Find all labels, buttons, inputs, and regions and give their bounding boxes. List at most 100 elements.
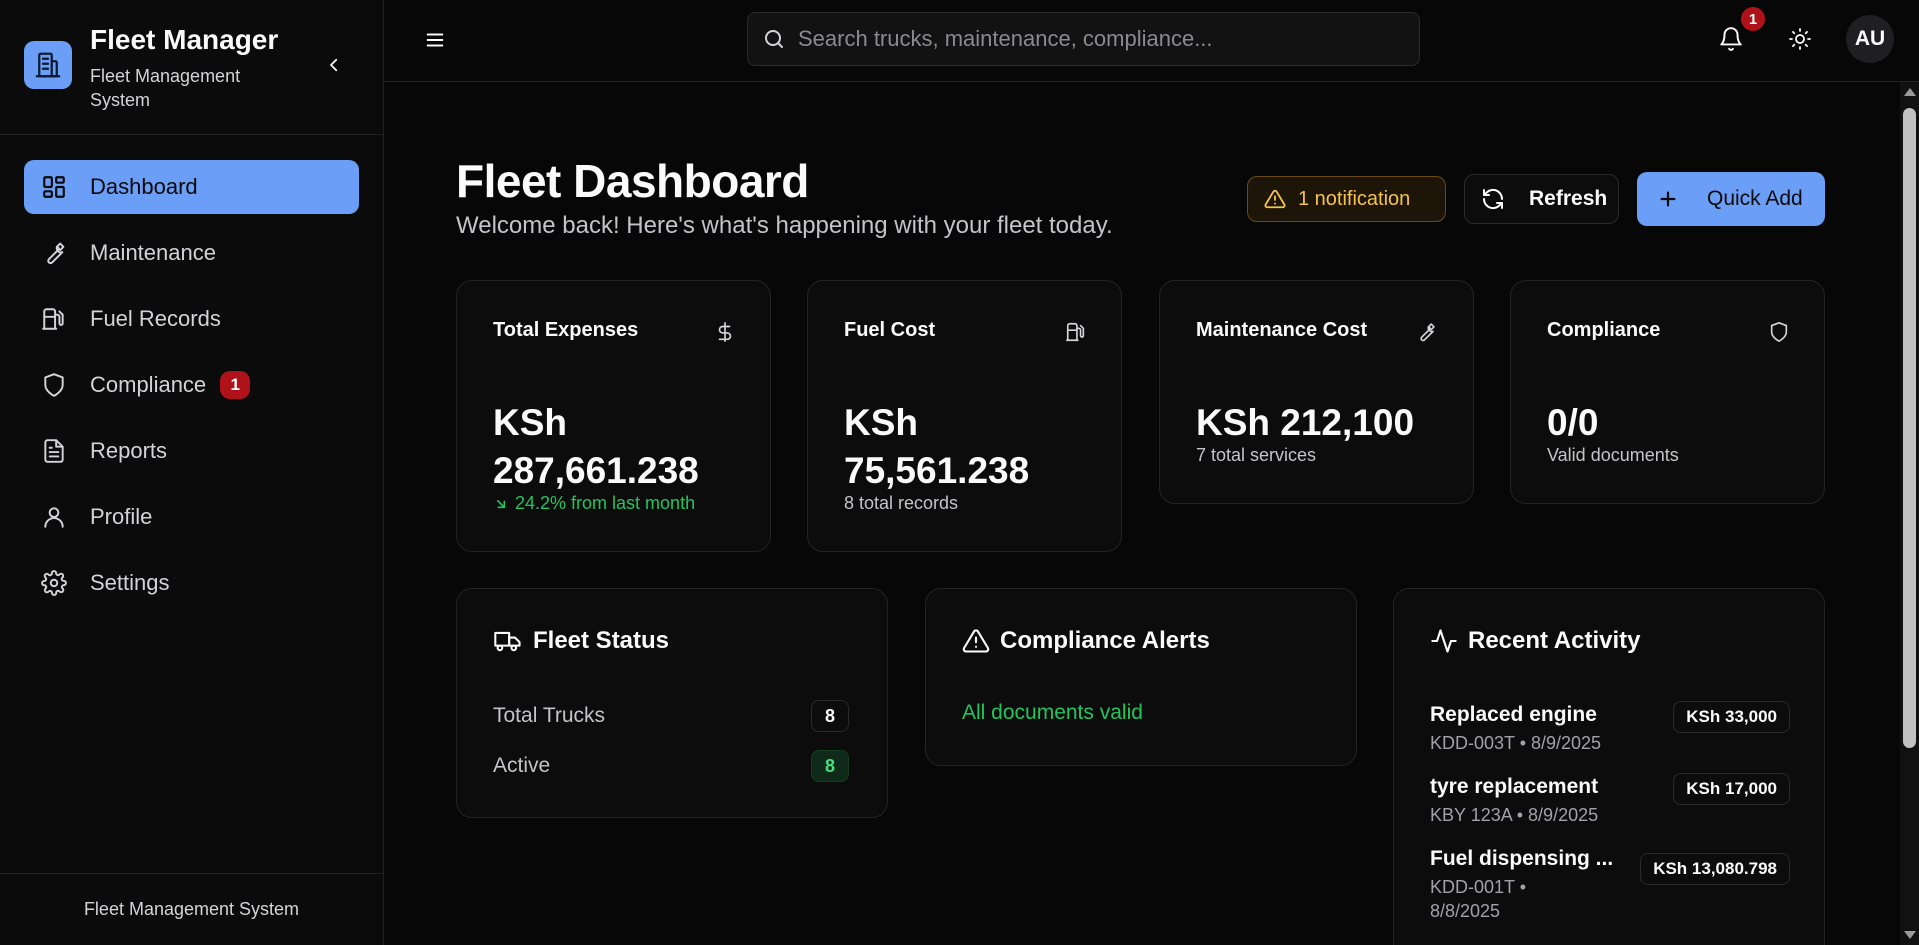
stat-value: 0/0 (1547, 402, 1599, 443)
sidebar-item-label: Profile (90, 504, 153, 529)
status-label: Active (493, 754, 551, 777)
vertical-scrollbar[interactable] (1900, 82, 1919, 945)
quick-add-label: Quick Add (1707, 187, 1803, 210)
sidebar-item-dashboard[interactable]: Dashboard (24, 160, 359, 214)
activity-amount-badge: KSh 13,080.798 (1640, 853, 1790, 885)
sidebar-item-label: Reports (90, 438, 168, 463)
panel-title-label: Fleet Status (533, 627, 670, 654)
quick-add-button[interactable]: Quick Add (1637, 172, 1825, 226)
hamburger-menu-icon (426, 33, 444, 47)
activity-meta: KDD-003T • 8/9/2025 (1430, 733, 1602, 753)
user-avatar[interactable]: AU (1846, 15, 1894, 63)
fleet-status-panel: Fleet Status Total Trucks 8 Active 8 (456, 588, 888, 818)
bell-icon (1720, 27, 1742, 51)
stat-value: KSh 287,661.238 (493, 399, 699, 495)
stat-value-amount: 287,661.238 (493, 450, 699, 491)
activity-item[interactable]: tyre replacement KBY 123A • 8/9/2025 KSh… (1430, 773, 1790, 827)
panel-title: Recent Activity (1430, 627, 1641, 655)
stat-card-maintenance-cost: Maintenance Cost KSh 212,100 7 total ser… (1159, 280, 1474, 504)
trend-down-arrow-icon (496, 499, 506, 508)
top-header: 1 AU (384, 0, 1919, 82)
compliance-alerts-panel: Compliance Alerts All documents valid (925, 588, 1357, 766)
activity-amount-badge: KSh 33,000 (1673, 701, 1790, 733)
refresh-icon (1482, 188, 1504, 210)
warning-triangle-icon (962, 629, 990, 653)
theme-toggle-button[interactable] (1786, 25, 1814, 53)
status-row-total-trucks: Total Trucks 8 (493, 699, 849, 733)
app-subtitle: Fleet Management System (90, 66, 241, 110)
notifications-button[interactable] (1716, 24, 1746, 54)
sidebar-item-profile[interactable]: Profile (24, 490, 359, 544)
scroll-up-arrow-icon[interactable] (1904, 88, 1916, 96)
activity-item[interactable]: Replaced engine KDD-003T • 8/9/2025 KSh … (1430, 701, 1790, 755)
warning-triangle-icon (1264, 189, 1286, 209)
activity-title: Replaced engine (1430, 703, 1597, 726)
refresh-label: Refresh (1529, 187, 1608, 210)
stat-card-compliance: Compliance 0/0 Valid documents (1510, 280, 1825, 504)
plus-icon (1660, 191, 1676, 207)
sidebar-item-reports[interactable]: Reports (24, 424, 359, 478)
stat-title: Compliance (1547, 319, 1661, 341)
stat-value-currency: KSh (844, 402, 918, 443)
stat-value: KSh 75,561.238 (844, 399, 1029, 495)
shield-icon (1766, 319, 1792, 345)
scrollbar-thumb[interactable] (1903, 108, 1916, 748)
activity-title: Fuel dispensing ... (1430, 847, 1614, 870)
sidebar-item-maintenance[interactable]: Maintenance (24, 226, 359, 280)
count-badge: 8 (811, 700, 849, 732)
activity-item[interactable]: Fuel dispensing ... KDD-001T • 8/8/2025 … (1430, 847, 1790, 923)
menu-toggle-button[interactable] (422, 27, 448, 53)
compliance-count-badge: 1 (220, 371, 251, 399)
fuel-pump-icon (40, 305, 68, 333)
notification-pill-label: 1 notification (1298, 187, 1411, 210)
stat-trend-label: 24.2% from last month (515, 493, 696, 513)
gear-icon (40, 569, 68, 597)
recent-activity-panel: Recent Activity Replaced engine KDD-003T… (1393, 588, 1825, 945)
chevron-left-icon (330, 58, 338, 72)
app-title: Fleet Manager (90, 24, 279, 55)
notification-pill-button[interactable]: 1 notification (1247, 176, 1446, 222)
search-bar[interactable] (747, 12, 1420, 66)
sidebar-item-label: Settings (90, 570, 170, 595)
sidebar-item-label: Maintenance (90, 240, 216, 265)
refresh-button[interactable]: Refresh (1464, 174, 1619, 224)
sidebar-item-settings[interactable]: Settings (24, 556, 359, 610)
activity-pulse-icon (1431, 629, 1457, 653)
sidebar-item-label: Compliance (90, 372, 207, 397)
building-icon[interactable] (24, 41, 72, 89)
search-icon (765, 30, 783, 48)
scroll-down-arrow-icon[interactable] (1904, 931, 1916, 939)
user-icon (40, 503, 68, 531)
stat-title: Total Expenses (493, 319, 639, 341)
fuel-pump-icon (1063, 319, 1089, 345)
brand-header: Fleet Manager Fleet Management System (0, 0, 383, 135)
count-badge: 8 (811, 750, 849, 782)
panel-title-label: Compliance Alerts (1000, 627, 1210, 654)
activity-amount-badge: KSh 17,000 (1673, 773, 1790, 805)
sidebar: Fleet Manager Fleet Management System Da… (0, 0, 384, 945)
sidebar-item-label: Dashboard (90, 174, 198, 199)
sidebar-nav: Dashboard Maintenance Fuel Records Compl… (24, 160, 359, 622)
stat-title: Fuel Cost (844, 319, 936, 341)
status-row-active: Active 8 (493, 749, 849, 783)
panel-title-label: Recent Activity (1468, 627, 1641, 654)
sidebar-item-compliance[interactable]: Compliance 1 (24, 358, 359, 412)
sidebar-item-label: Fuel Records (90, 306, 221, 331)
search-input[interactable] (798, 26, 1398, 52)
file-text-icon (40, 437, 68, 465)
stat-note: Valid documents (1547, 445, 1679, 465)
truck-icon (494, 631, 521, 652)
stat-note: 7 total services (1196, 445, 1317, 465)
activity-title: tyre replacement (1430, 775, 1599, 798)
compliance-status-message: All documents valid (962, 701, 1143, 724)
stat-value-currency: KSh (493, 402, 567, 443)
collapse-sidebar-button[interactable] (322, 53, 346, 77)
panel-title: Fleet Status (493, 627, 669, 655)
app-root: Fleet Manager Fleet Management System Da… (0, 0, 1919, 945)
dollar-icon (712, 319, 738, 345)
panel-title: Compliance Alerts (962, 627, 1210, 655)
sidebar-item-fuel-records[interactable]: Fuel Records (24, 292, 359, 346)
stat-trend: 24.2% from last month (493, 493, 695, 514)
sun-icon (1789, 28, 1811, 50)
notifications-count-badge: 1 (1741, 7, 1765, 31)
